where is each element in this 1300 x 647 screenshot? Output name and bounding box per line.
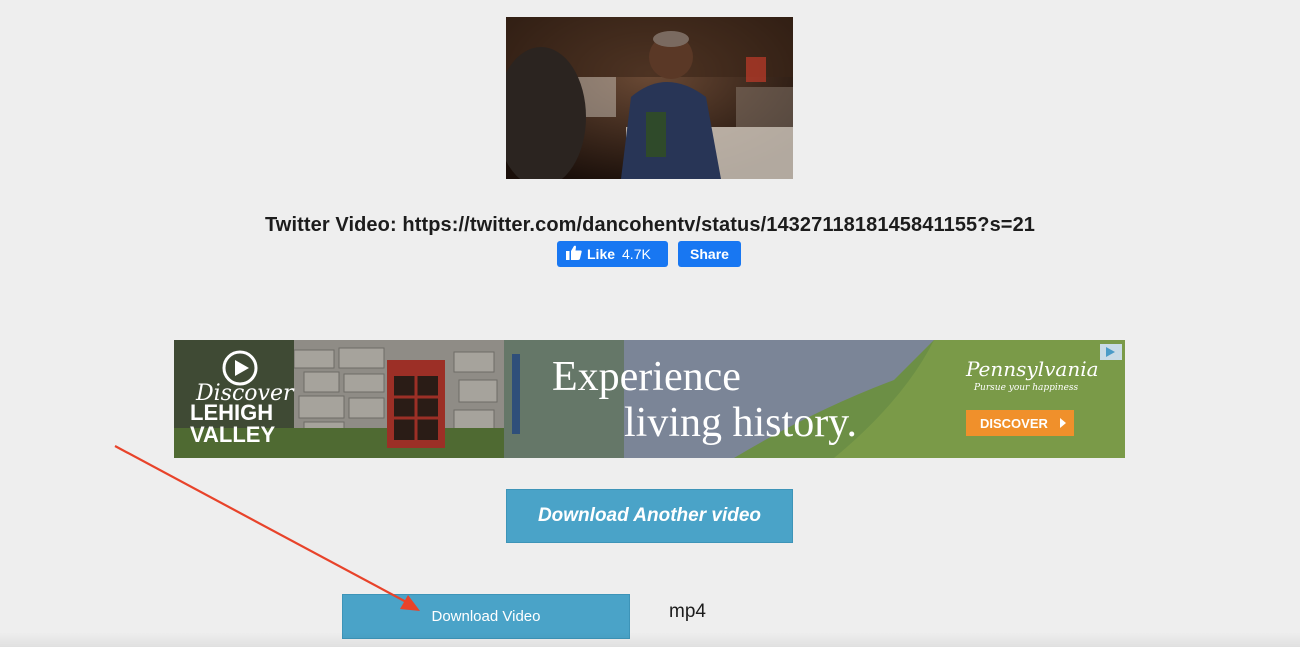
download-video-button[interactable]: Download Video	[342, 594, 630, 639]
facebook-like-label: Like	[587, 246, 616, 262]
video-format-label: mp4	[669, 601, 706, 622]
ad-sponsor-tagline: Pursue your happiness	[973, 383, 1079, 393]
video-thumbnail[interactable]	[506, 17, 793, 179]
ad-headline-line1: Experience	[552, 354, 741, 400]
download-another-video-button[interactable]: Download Another video	[506, 489, 793, 543]
advertisement-banner[interactable]: Discover LEHIGH VALLEY Experience living…	[174, 340, 1125, 458]
ad-sponsor: Pennsylvania	[965, 357, 1099, 381]
thumbs-up-icon	[566, 245, 582, 263]
ad-discover-label: DISCOVER	[980, 416, 1049, 431]
facebook-like-button[interactable]: Like 4.7K	[557, 241, 668, 267]
page-bottom-shadow	[0, 632, 1300, 647]
facebook-like-count: 4.7K	[622, 246, 651, 262]
ad-brand-line3: VALLEY	[190, 422, 275, 447]
facebook-buttons: Like 4.7K Share	[557, 241, 741, 267]
video-title: Twitter Video: https://twitter.com/danco…	[264, 214, 1036, 236]
facebook-share-button[interactable]: Share	[678, 241, 741, 267]
ad-headline-line2: living history.	[624, 400, 857, 446]
page: Twitter Video: https://twitter.com/danco…	[0, 0, 1300, 647]
